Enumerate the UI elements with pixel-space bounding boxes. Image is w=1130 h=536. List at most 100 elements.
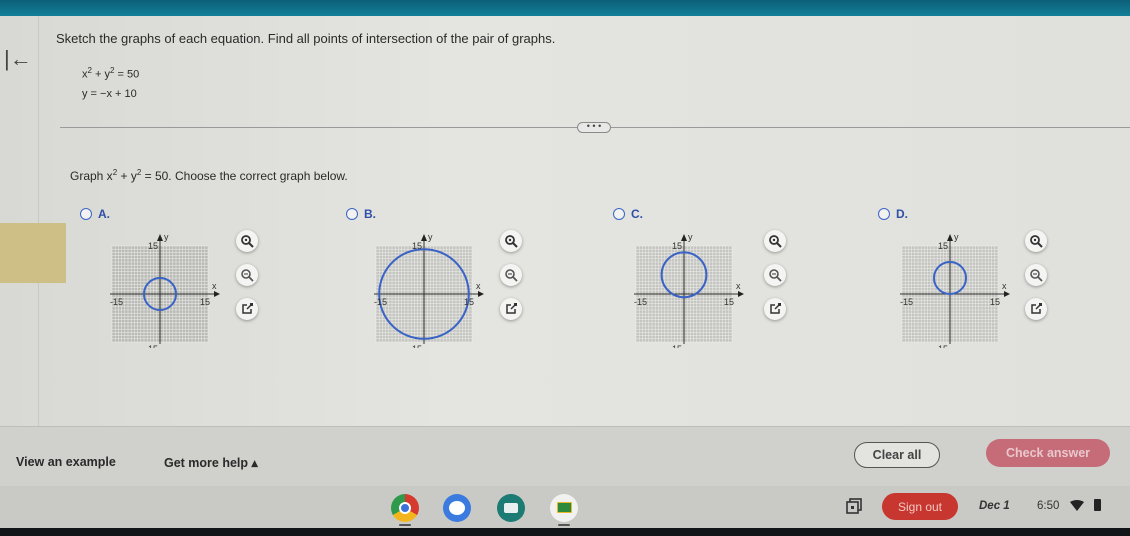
clear-all-button[interactable]: Clear all — [854, 442, 940, 468]
tick-label-right: 15 — [724, 297, 734, 307]
zoom-out-icon — [240, 268, 254, 282]
os-shelf: Sign out Dec 1 6:50 — [0, 486, 1130, 528]
zoom-out-button[interactable] — [500, 264, 522, 286]
x-axis-arrow — [738, 291, 744, 297]
y-axis-label: y — [428, 232, 433, 242]
y-axis-label: y — [164, 232, 169, 242]
zoom-out-icon — [768, 268, 782, 282]
open-new-window-button[interactable] — [1025, 298, 1047, 320]
eq-rhs: = 50 — [114, 68, 140, 81]
option-label: D. — [896, 207, 908, 221]
open-new-window-button[interactable] — [500, 298, 522, 320]
graph-option-d[interactable]: 15 -15 15 -15 y x — [888, 228, 1018, 348]
x-axis-arrow — [1004, 291, 1010, 297]
x-axis-label: x — [476, 281, 481, 291]
google-classroom-icon[interactable] — [550, 494, 578, 522]
zoom-out-icon — [1029, 268, 1043, 282]
graph-option-c[interactable]: 15 -15 15 -15 y x — [622, 228, 752, 348]
canvas-paint-icon[interactable] — [443, 494, 471, 522]
graph-option-a[interactable]: 15 -15 15 -15 y x — [98, 228, 228, 348]
zoom-in-button[interactable] — [1025, 230, 1047, 252]
radio-button[interactable] — [346, 208, 358, 220]
zoom-in-button[interactable] — [500, 230, 522, 252]
equation-line: y = −x + 10 — [82, 88, 137, 100]
y-axis-arrow — [421, 234, 427, 241]
radio-button[interactable] — [80, 208, 92, 220]
zoom-in-icon — [1029, 234, 1043, 248]
eq-var: + y — [91, 68, 110, 81]
screen-bezel — [0, 528, 1130, 536]
radio-button[interactable] — [878, 208, 890, 220]
x-axis-label: x — [1002, 281, 1007, 291]
zoom-in-button[interactable] — [236, 230, 258, 252]
expand-more-button[interactable]: • • • — [577, 122, 611, 133]
view-example-link[interactable]: View an example — [16, 455, 116, 469]
question-panel: |← Sketch the graphs of each equation. F… — [0, 16, 1130, 426]
q-prefix: Graph x — [70, 169, 113, 183]
open-new-window-button[interactable] — [236, 298, 258, 320]
tick-label-left: -15 — [374, 297, 387, 307]
tick-label-bottom: -15 — [669, 344, 682, 348]
open-new-window-icon — [768, 302, 782, 316]
option-label: C. — [631, 207, 643, 221]
chrome-icon[interactable] — [391, 494, 419, 522]
equation-circle: x2 + y2 = 50 — [82, 66, 139, 81]
x-axis-arrow — [478, 291, 484, 297]
check-answer-button[interactable]: Check answer — [986, 439, 1110, 467]
instruction-text: Sketch the graphs of each equation. Find… — [56, 31, 556, 46]
zoom-out-button[interactable] — [236, 264, 258, 286]
question-text: Graph x2 + y2 = 50. Choose the correct g… — [70, 168, 348, 183]
tick-label-top: 15 — [412, 241, 422, 251]
y-axis-arrow — [947, 234, 953, 241]
screen: |← Sketch the graphs of each equation. F… — [0, 0, 1130, 536]
y-axis-arrow — [157, 234, 163, 241]
x-axis-arrow — [214, 291, 220, 297]
tick-label-top: 15 — [938, 241, 948, 251]
tick-label-top: 15 — [672, 241, 682, 251]
tick-label-left: -15 — [110, 297, 123, 307]
q-suffix: = 50. Choose the correct graph below. — [141, 169, 348, 183]
slides-app-icon[interactable] — [497, 494, 525, 522]
q-mid: + y — [117, 169, 137, 183]
open-new-window-icon — [1029, 302, 1043, 316]
sign-out-button[interactable]: Sign out — [882, 493, 958, 520]
side-highlight-tab — [0, 223, 66, 283]
tick-label-right: 15 — [990, 297, 1000, 307]
clock[interactable]: 6:50 — [1037, 500, 1059, 512]
y-axis-label: y — [954, 232, 959, 242]
option-label: A. — [98, 207, 110, 221]
overview-icon[interactable] — [846, 498, 862, 514]
app-running-indicator — [558, 524, 570, 526]
tick-label-left: -15 — [900, 297, 913, 307]
open-new-window-button[interactable] — [764, 298, 786, 320]
left-divider — [38, 16, 39, 426]
browser-top-bar — [0, 0, 1130, 16]
zoom-in-icon — [240, 234, 254, 248]
radio-button[interactable] — [613, 208, 625, 220]
tick-label-bottom: -15 — [935, 344, 948, 348]
zoom-in-icon — [768, 234, 782, 248]
back-to-start-icon[interactable]: |← — [4, 46, 32, 72]
open-new-window-icon — [240, 302, 254, 316]
open-new-window-icon — [504, 302, 518, 316]
x-axis-label: x — [212, 281, 217, 291]
tick-label-right: 15 — [464, 297, 474, 307]
zoom-out-button[interactable] — [1025, 264, 1047, 286]
wifi-icon[interactable] — [1070, 500, 1084, 511]
tick-label-bottom: -15 — [409, 344, 422, 348]
zoom-in-icon — [504, 234, 518, 248]
zoom-out-icon — [504, 268, 518, 282]
battery-icon[interactable] — [1094, 499, 1101, 511]
y-axis-arrow — [681, 234, 687, 241]
footer-bar: View an example Get more help ▴ Clear al… — [0, 426, 1130, 486]
tick-label-top: 15 — [148, 241, 158, 251]
date-display[interactable]: Dec 1 — [979, 500, 1010, 512]
tick-label-bottom: -15 — [145, 344, 158, 348]
tick-label-right: 15 — [200, 297, 210, 307]
zoom-out-button[interactable] — [764, 264, 786, 286]
y-axis-label: y — [688, 232, 693, 242]
tick-label-left: -15 — [634, 297, 647, 307]
zoom-in-button[interactable] — [764, 230, 786, 252]
get-more-help-link[interactable]: Get more help ▴ — [164, 455, 258, 470]
graph-option-b[interactable]: 15 -15 15 -15 y x — [362, 228, 492, 348]
